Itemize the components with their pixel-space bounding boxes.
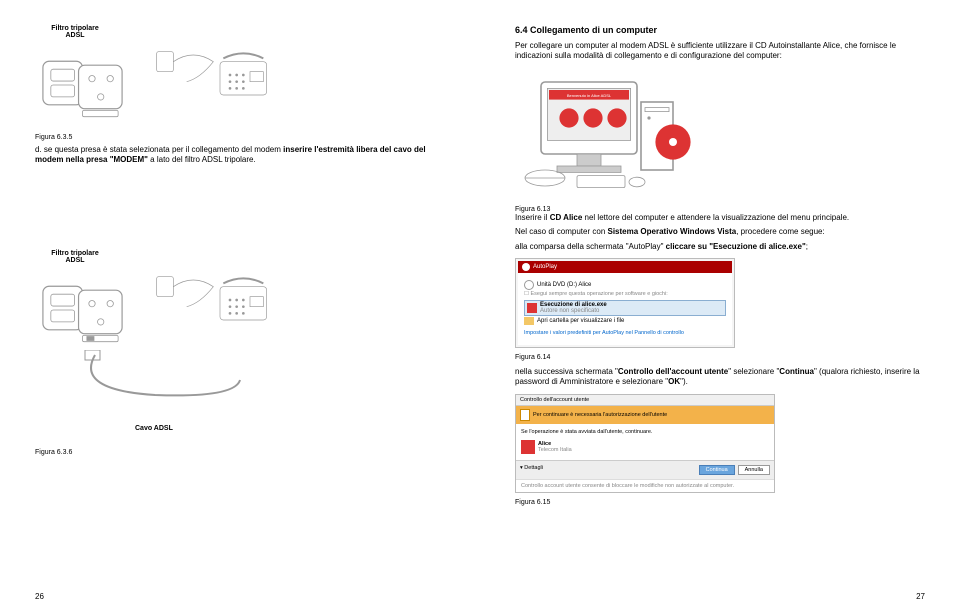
autoplay-exe-item: Esecuzione di alice.exeAutore non specif… xyxy=(524,300,726,316)
text-d-body: d. se questa presa è stata selezionata p… xyxy=(35,145,445,165)
figure-6-13-label: Figura 6.13 xyxy=(515,206,925,213)
insert-cd-text: Inserire il CD Alice nel lettore del com… xyxy=(515,213,925,223)
adapter-illustration-2-icon xyxy=(35,270,130,350)
figure-6-3-6-group: Filtro tripolare ADSL xyxy=(35,230,445,350)
section-heading-6-4: 6.4 Collegamento di un computer xyxy=(515,25,925,35)
page-left: Filtro tripolare ADSL xyxy=(0,0,480,611)
uac-continue-button: Continua xyxy=(699,465,735,475)
uac-footer: ▾ Dettagli Continua Annulla xyxy=(516,460,774,479)
phone-charger-illustration-2-icon xyxy=(150,270,290,330)
autoplay-text: alla comparsa della schermata "AutoPlay"… xyxy=(515,242,925,252)
app-icon xyxy=(527,303,537,313)
autoplay-footer-link: Impostare i valori predefiniti per AutoP… xyxy=(524,330,726,336)
app-icon xyxy=(521,440,535,454)
filter-label-bottom: Filtro tripolare ADSL xyxy=(45,250,105,264)
phone-charger-illustration-icon xyxy=(150,45,290,105)
filter-label-top: Filtro tripolare ADSL xyxy=(45,25,105,39)
vista-text: Nel caso di computer con Sistema Operati… xyxy=(515,227,925,237)
cd-icon xyxy=(522,263,530,271)
cavo-adsl-label: Cavo ADSL xyxy=(135,425,173,432)
uac-dialog: Controllo dell'account utente Per contin… xyxy=(515,394,775,493)
autoplay-checkbox-row: ☐ Esegui sempre questa operazione per so… xyxy=(524,291,726,297)
autoplay-device-row: Unità DVD (D:) Alice xyxy=(524,279,726,291)
computer-cd-illustration-icon: Benvenuto in Alice ADSL xyxy=(515,74,695,194)
shield-icon xyxy=(520,409,530,421)
text-6-3-5-d: d. se questa presa è stata selezionata p… xyxy=(35,140,445,165)
page-right: 6.4 Collegamento di un computer Per coll… xyxy=(480,0,960,611)
uac-titlebar: Controllo dell'account utente xyxy=(516,395,774,406)
folder-icon xyxy=(524,317,534,325)
disc-icon xyxy=(524,280,534,290)
autoplay-device-label: Unità DVD (D:) Alice xyxy=(537,282,591,288)
uac-body: Se l'operazione è stata avviata dall'ute… xyxy=(516,424,774,460)
uac-cancel-button: Annulla xyxy=(738,465,770,475)
autoplay-folder-item: Apri cartella per visualizzare i file xyxy=(524,316,726,326)
adsl-cable-icon xyxy=(55,350,255,420)
page-number-right: 27 xyxy=(916,592,925,601)
uac-header: Per continuare è necessaria l'autorizzaz… xyxy=(516,406,774,424)
svg-text:Benvenuto in Alice ADSL: Benvenuto in Alice ADSL xyxy=(567,93,612,98)
autoplay-title: AutoPlay xyxy=(533,264,557,270)
page-number-left: 26 xyxy=(35,592,44,601)
figure-6-3-5-group: Filtro tripolare ADSL xyxy=(35,25,445,125)
intro-text: Per collegare un computer al modem ADSL … xyxy=(515,41,925,62)
uac-details-link: ▾ Dettagli xyxy=(520,465,543,475)
uac-footnote: Controllo account utente consente di blo… xyxy=(516,479,774,492)
adapter-illustration-icon xyxy=(35,45,130,125)
figure-6-14-label: Figura 6.14 xyxy=(515,354,925,361)
autoplay-titlebar: AutoPlay xyxy=(518,261,732,273)
figure-6-3-6-label: Figura 6.3.6 xyxy=(35,449,72,456)
autoplay-dialog: AutoPlay Unità DVD (D:) Alice ☐ Esegui s… xyxy=(515,258,735,348)
figure-6-15-label: Figura 6.15 xyxy=(515,499,925,506)
uac-text: nella successiva schermata "Controllo de… xyxy=(515,367,925,388)
text-d-bold: inserire l'estremità libera del cavo del… xyxy=(35,145,426,164)
